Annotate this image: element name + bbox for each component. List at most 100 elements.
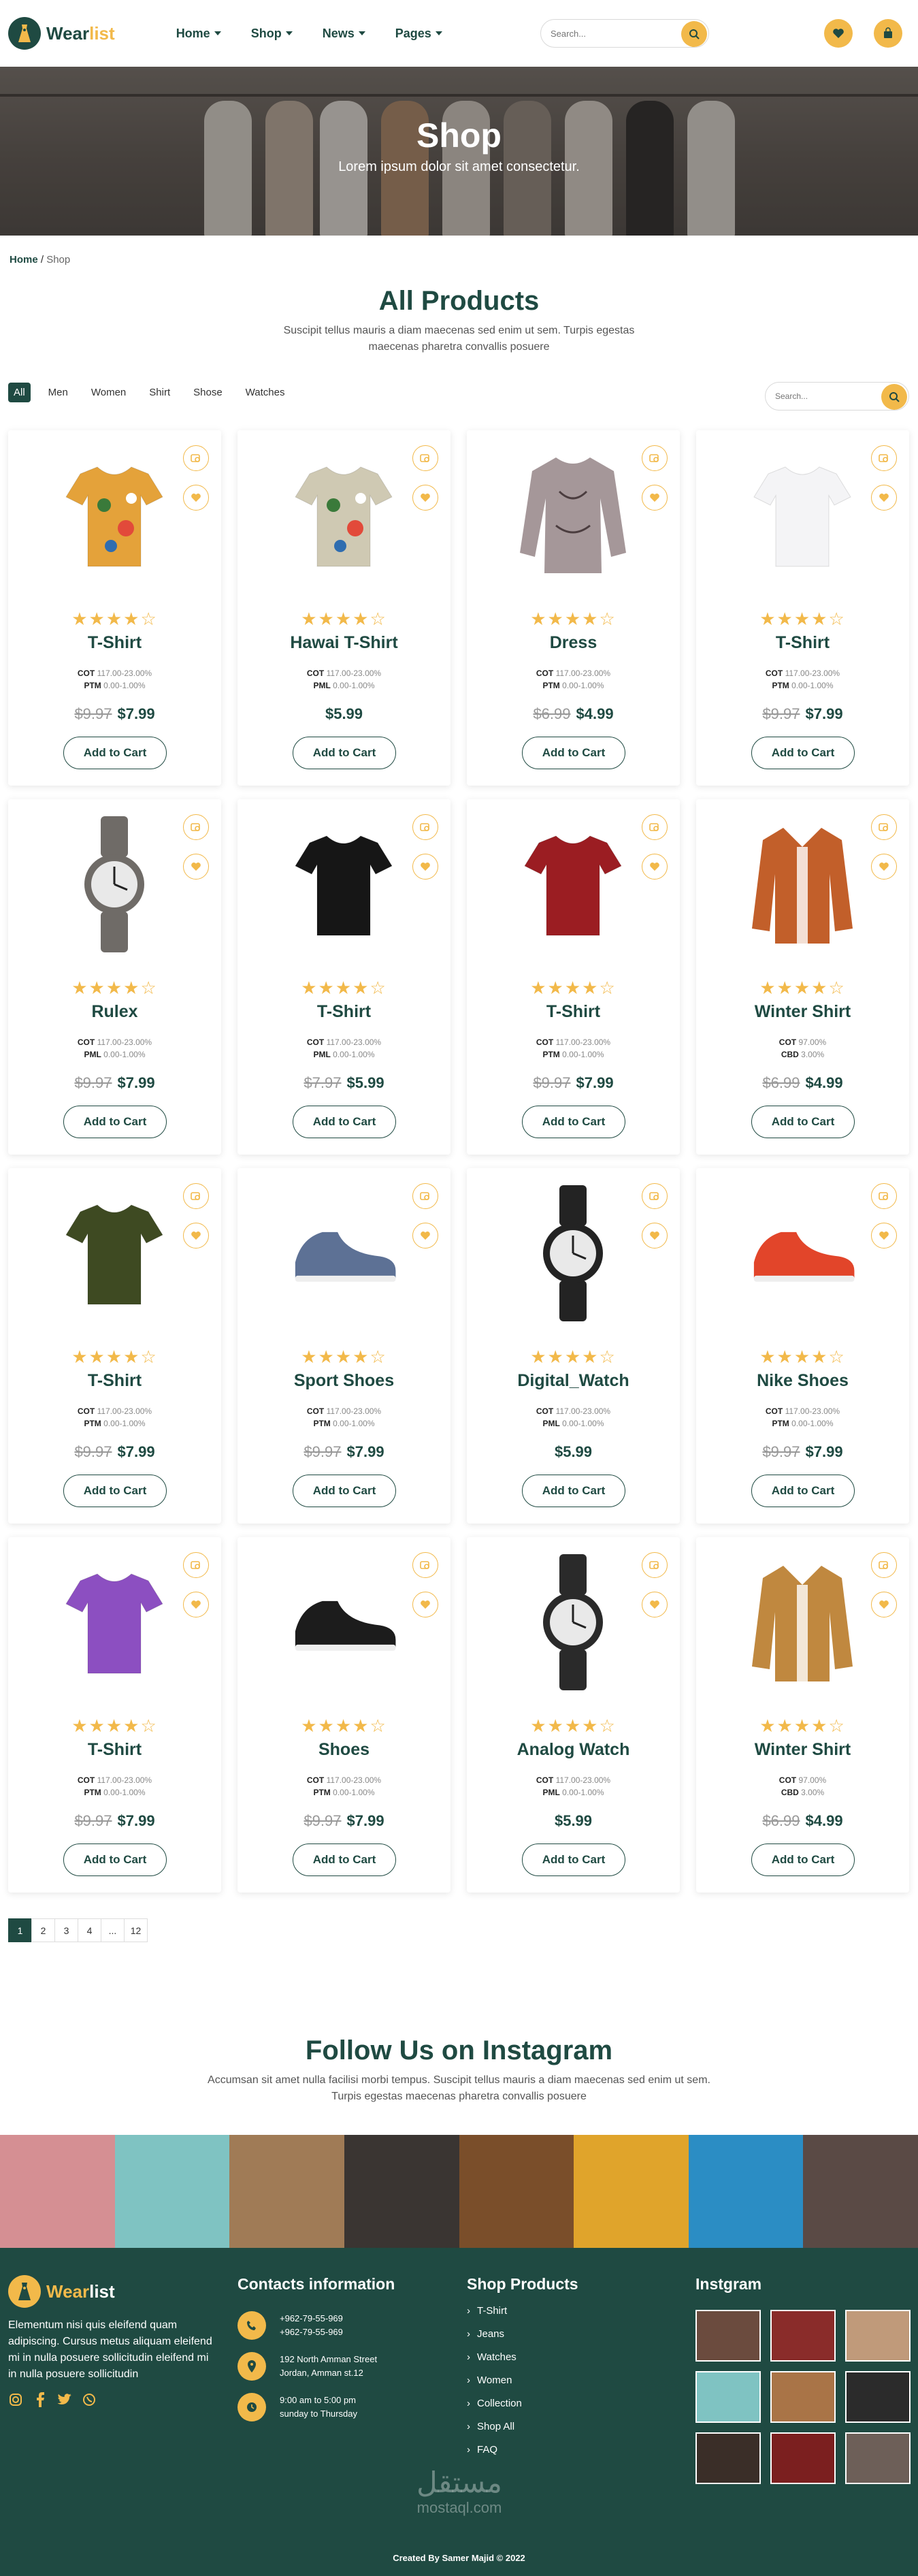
- product-image[interactable]: [289, 444, 398, 587]
- instagram-icon[interactable]: [8, 2392, 23, 2407]
- footer-shop-link[interactable]: › Watches: [467, 2351, 578, 2363]
- filter-shirt[interactable]: Shirt: [144, 383, 176, 402]
- product-name[interactable]: Dress: [467, 633, 680, 653]
- add-to-cart-button[interactable]: Add to Cart: [63, 1106, 167, 1138]
- product-name[interactable]: T-Shirt: [8, 1371, 221, 1391]
- page-button[interactable]: 4: [78, 1918, 101, 1942]
- add-to-cart-button[interactable]: Add to Cart: [63, 1844, 167, 1876]
- page-button[interactable]: 2: [31, 1918, 55, 1942]
- product-name[interactable]: Hawai T-Shirt: [237, 633, 450, 653]
- product-image[interactable]: [519, 444, 627, 587]
- product-image[interactable]: [60, 1182, 169, 1325]
- instagram-thumbnail[interactable]: [695, 2432, 761, 2484]
- product-name[interactable]: Sport Shoes: [237, 1371, 450, 1391]
- product-card[interactable]: ★★★★☆ T-Shirt COT 117.00-23.00% PTM 0.00…: [467, 799, 680, 1155]
- product-card[interactable]: ★★★★☆ Hawai T-Shirt COT 117.00-23.00% PM…: [237, 430, 450, 786]
- quick-view-icon[interactable]: [183, 814, 209, 840]
- product-name[interactable]: T-Shirt: [8, 633, 221, 653]
- wishlist-heart-icon[interactable]: [642, 1592, 668, 1617]
- product-image[interactable]: [748, 1182, 857, 1325]
- add-to-cart-button[interactable]: Add to Cart: [751, 737, 855, 769]
- product-card[interactable]: ★★★★☆ Nike Shoes COT 117.00-23.00% PTM 0…: [696, 1168, 909, 1524]
- wishlist-heart-icon[interactable]: [412, 1223, 438, 1249]
- product-name[interactable]: Shoes: [237, 1740, 450, 1760]
- wishlist-heart-icon[interactable]: [871, 1223, 897, 1249]
- add-to-cart-button[interactable]: Add to Cart: [293, 737, 396, 769]
- footer-shop-link[interactable]: › T-Shirt: [467, 2305, 578, 2317]
- page-button[interactable]: 3: [54, 1918, 78, 1942]
- filter-men[interactable]: Men: [43, 383, 73, 402]
- product-image[interactable]: [60, 1551, 169, 1694]
- filter-shose[interactable]: Shose: [188, 383, 228, 402]
- product-image[interactable]: [748, 444, 857, 587]
- add-to-cart-button[interactable]: Add to Cart: [522, 1475, 625, 1507]
- phone-number-2[interactable]: +962-79-55-969: [280, 2325, 343, 2339]
- add-to-cart-button[interactable]: Add to Cart: [293, 1106, 396, 1138]
- product-name[interactable]: Winter Shirt: [696, 1740, 909, 1760]
- page-button[interactable]: 12: [124, 1918, 148, 1942]
- instagram-thumbnail[interactable]: [845, 2432, 911, 2484]
- wishlist-heart-icon[interactable]: [183, 854, 209, 880]
- product-card[interactable]: ★★★★☆ Digital_Watch COT 117.00-23.00% PM…: [467, 1168, 680, 1524]
- breadcrumb-home-link[interactable]: Home: [10, 254, 38, 265]
- product-search-input[interactable]: [775, 391, 877, 401]
- product-name[interactable]: Analog Watch: [467, 1740, 680, 1760]
- wishlist-heart-icon[interactable]: [412, 1592, 438, 1617]
- product-image[interactable]: [748, 1551, 857, 1694]
- instagram-thumbnail[interactable]: [770, 2432, 836, 2484]
- product-image[interactable]: [60, 813, 169, 956]
- add-to-cart-button[interactable]: Add to Cart: [522, 1844, 625, 1876]
- quick-view-icon[interactable]: [183, 1552, 209, 1578]
- filter-all[interactable]: All: [8, 383, 31, 402]
- product-image[interactable]: [748, 813, 857, 956]
- instagram-photo[interactable]: [688, 2135, 804, 2248]
- product-card[interactable]: ★★★★☆ Analog Watch COT 117.00-23.00% PML…: [467, 1537, 680, 1893]
- search-icon[interactable]: [881, 384, 907, 410]
- wishlist-heart-icon[interactable]: [871, 854, 897, 880]
- instagram-thumbnail[interactable]: [695, 2371, 761, 2423]
- wishlist-heart-icon[interactable]: [183, 1223, 209, 1249]
- wishlist-heart-icon[interactable]: [183, 485, 209, 511]
- product-card[interactable]: ★★★★☆ T-Shirt COT 117.00-23.00% PTM 0.00…: [8, 1168, 221, 1524]
- quick-view-icon[interactable]: [412, 445, 438, 471]
- add-to-cart-button[interactable]: Add to Cart: [63, 737, 167, 769]
- nav-news[interactable]: News: [323, 27, 365, 41]
- product-name[interactable]: T-Shirt: [8, 1740, 221, 1760]
- instagram-photo[interactable]: [229, 2135, 344, 2248]
- quick-view-icon[interactable]: [642, 1552, 668, 1578]
- footer-shop-link[interactable]: › Women: [467, 2374, 578, 2386]
- product-card[interactable]: ★★★★☆ Winter Shirt COT 97.00% CBD 3.00% …: [696, 799, 909, 1155]
- filter-watches[interactable]: Watches: [240, 383, 291, 402]
- wishlist-heart-icon[interactable]: [642, 854, 668, 880]
- add-to-cart-button[interactable]: Add to Cart: [63, 1475, 167, 1507]
- instagram-thumbnail[interactable]: [845, 2310, 911, 2362]
- wishlist-heart-icon[interactable]: [183, 1592, 209, 1617]
- instagram-thumbnail[interactable]: [845, 2371, 911, 2423]
- instagram-photo[interactable]: [0, 2135, 115, 2248]
- product-card[interactable]: ★★★★☆ T-Shirt COT 117.00-23.00% PTM 0.00…: [8, 430, 221, 786]
- product-name[interactable]: T-Shirt: [467, 1002, 680, 1022]
- product-image[interactable]: [519, 1551, 627, 1694]
- footer-logo[interactable]: Wearlist: [8, 2275, 219, 2308]
- product-name[interactable]: Winter Shirt: [696, 1002, 909, 1022]
- instagram-photo[interactable]: [114, 2135, 230, 2248]
- product-image[interactable]: [289, 813, 398, 956]
- product-card[interactable]: ★★★★☆ Shoes COT 117.00-23.00% PTM 0.00-1…: [237, 1537, 450, 1893]
- quick-view-icon[interactable]: [183, 445, 209, 471]
- product-image[interactable]: [60, 444, 169, 587]
- wishlist-heart-icon[interactable]: [642, 1223, 668, 1249]
- product-image[interactable]: [289, 1182, 398, 1325]
- quick-view-icon[interactable]: [871, 445, 897, 471]
- instagram-photo[interactable]: [803, 2135, 918, 2248]
- add-to-cart-button[interactable]: Add to Cart: [293, 1475, 396, 1507]
- product-card[interactable]: ★★★★☆ Winter Shirt COT 97.00% CBD 3.00% …: [696, 1537, 909, 1893]
- nav-home[interactable]: Home: [176, 27, 221, 41]
- nav-pages[interactable]: Pages: [395, 27, 442, 41]
- wishlist-heart-icon[interactable]: [871, 485, 897, 511]
- product-card[interactable]: ★★★★☆ Dress COT 117.00-23.00% PTM 0.00-1…: [467, 430, 680, 786]
- quick-view-icon[interactable]: [871, 1552, 897, 1578]
- wishlist-heart-icon[interactable]: [871, 1592, 897, 1617]
- product-image[interactable]: [519, 1182, 627, 1325]
- quick-view-icon[interactable]: [642, 445, 668, 471]
- page-button[interactable]: 1: [8, 1918, 32, 1942]
